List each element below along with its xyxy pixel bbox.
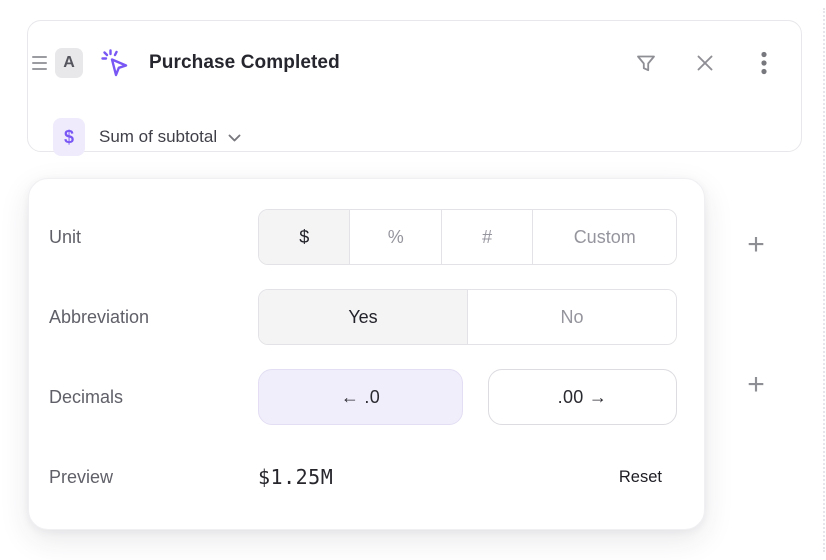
- chevron-down-icon[interactable]: [226, 129, 243, 146]
- drag-handle-icon[interactable]: [32, 56, 47, 70]
- more-options-icon[interactable]: [751, 50, 777, 76]
- event-row-badge: A: [55, 48, 83, 78]
- event-card: A Purchase Completed: [27, 20, 802, 152]
- metric-label[interactable]: Sum of subtotal: [99, 127, 217, 147]
- unit-segmented-control: $ % # Custom: [258, 209, 677, 265]
- add-event-button[interactable]: +: [741, 230, 771, 260]
- decimals-label: Decimals: [49, 387, 258, 408]
- abbreviation-row: Abbreviation Yes No: [49, 289, 677, 345]
- close-icon[interactable]: [692, 50, 718, 76]
- abbreviation-segmented-control: Yes No: [258, 289, 677, 345]
- unit-row: Unit $ % # Custom: [49, 209, 677, 265]
- metric-dollar-chip[interactable]: $: [53, 118, 85, 156]
- preview-label: Preview: [49, 467, 258, 488]
- unit-option-percent[interactable]: %: [349, 210, 440, 264]
- add-metric-button[interactable]: +: [741, 370, 771, 400]
- reset-button[interactable]: Reset: [619, 468, 662, 487]
- preview-row: Preview $1.25M Reset: [49, 463, 677, 491]
- unit-option-custom[interactable]: Custom: [532, 210, 676, 264]
- abbreviation-option-no[interactable]: No: [467, 290, 676, 344]
- unit-label: Unit: [49, 227, 258, 248]
- event-click-icon: [99, 47, 131, 79]
- unit-option-dollar[interactable]: $: [259, 210, 349, 264]
- abbreviation-label: Abbreviation: [49, 307, 258, 328]
- decimals-increase-button[interactable]: .00 →: [488, 369, 677, 425]
- decimals-row: Decimals ← .0 .00 →: [49, 369, 677, 425]
- filter-icon[interactable]: [633, 50, 659, 76]
- format-panel: Unit $ % # Custom Abbreviation Yes No De…: [28, 178, 705, 530]
- event-title[interactable]: Purchase Completed: [149, 52, 340, 74]
- unit-option-number[interactable]: #: [441, 210, 532, 264]
- dropzone-edge: [823, 8, 825, 552]
- decimals-decrease-button[interactable]: ← .0: [258, 369, 463, 425]
- abbreviation-option-yes[interactable]: Yes: [259, 290, 467, 344]
- preview-value: $1.25M: [258, 465, 333, 489]
